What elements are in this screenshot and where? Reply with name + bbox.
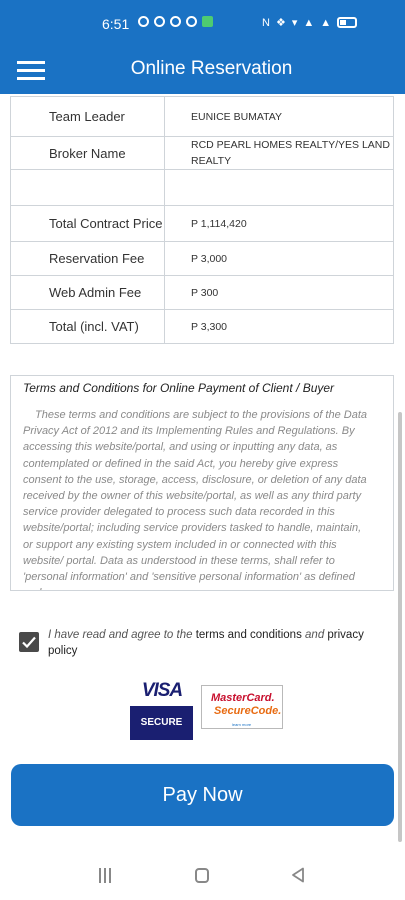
mc-learn-more[interactable]: learn more [232, 722, 251, 727]
page-title: Online Reservation [130, 58, 293, 79]
pay-now-button[interactable]: Pay Now [11, 764, 394, 826]
row-value [164, 169, 394, 206]
check-icon [22, 636, 36, 649]
status-bar: 6:51 N ❖ ▾ ▲ ▲ [0, 0, 405, 46]
row-label: Total Contract Price [10, 205, 165, 242]
row-value: P 3,300 [164, 309, 394, 344]
mc-line2: SecureCode. [214, 705, 282, 717]
visa-logo: VISA [132, 680, 192, 702]
table-row: Web Admin Fee P 300 [10, 275, 394, 310]
row-value: P 1,114,420 [164, 205, 394, 242]
row-label: Broker Name [10, 136, 165, 170]
mc-line1: MasterCard. [211, 692, 275, 704]
signal-icon: ▲ [303, 16, 315, 29]
whatsapp-icon [154, 16, 165, 27]
row-label [10, 169, 165, 206]
terms-title: Terms and Conditions for Online Payment … [23, 381, 335, 395]
wifi-icon: ▾ [291, 17, 298, 29]
home-icon[interactable] [195, 868, 209, 883]
signal-icon-2: ▲ [320, 16, 332, 29]
app-notification-icon [202, 16, 213, 27]
page-scrollbar[interactable] [398, 412, 402, 842]
terms-text: These terms and conditions are subject t… [23, 409, 368, 590]
row-label: Reservation Fee [10, 241, 165, 276]
row-value: P 300 [164, 275, 394, 310]
table-row: Reservation Fee P 3,000 [10, 241, 394, 276]
table-row: Team Leader EUNICE BUMATAY [10, 96, 394, 137]
mute-icon: ❖ [275, 17, 286, 29]
row-value: P 3,000 [164, 241, 394, 276]
agree-prefix: I have read and agree to the [48, 629, 196, 641]
agree-checkbox[interactable] [19, 632, 39, 652]
app-bar: Online Reservation [0, 46, 405, 94]
battery-icon [337, 17, 358, 28]
row-label: Total (incl. VAT) [10, 309, 165, 344]
agree-middle: and [301, 629, 328, 641]
status-time: 6:51 [102, 16, 130, 32]
viber-icon [186, 16, 197, 27]
terms-box[interactable]: Terms and Conditions for Online Payment … [10, 375, 394, 591]
row-label: Team Leader [10, 96, 165, 137]
table-row: Total (incl. VAT) P 3,300 [10, 309, 394, 344]
visa-word: VISA [141, 680, 183, 701]
back-icon[interactable] [291, 867, 305, 883]
terms-body: These terms and conditions are subject t… [23, 407, 373, 590]
system-nav-bar [0, 850, 405, 900]
messenger-icon [138, 16, 149, 27]
mastercard-securecode-badge[interactable]: MasterCard. SecureCode. learn more [201, 685, 283, 729]
reservation-details-table: Team Leader EUNICE BUMATAY Broker Name R… [10, 96, 394, 344]
row-value: EUNICE BUMATAY [164, 96, 394, 137]
recent-apps-icon[interactable] [99, 868, 112, 883]
terms-link[interactable]: terms and conditions [196, 629, 302, 641]
telegram-icon [170, 16, 181, 27]
verified-by-visa-badge: SECURE [130, 706, 193, 740]
system-icons: N ❖ ▾ ▲ ▲ [262, 16, 358, 29]
table-row: Total Contract Price P 1,114,420 [10, 205, 394, 242]
table-row: Broker Name RCD PEARL HOMES REALTY/YES L… [10, 136, 394, 170]
row-value: RCD PEARL HOMES REALTY/YES LAND REALTY [164, 136, 394, 170]
row-label: Web Admin Fee [10, 275, 165, 310]
agree-text: I have read and agree to the terms and c… [48, 627, 388, 659]
nfc-icon: N [262, 16, 270, 29]
notification-icons [138, 16, 213, 27]
table-row [10, 169, 394, 206]
